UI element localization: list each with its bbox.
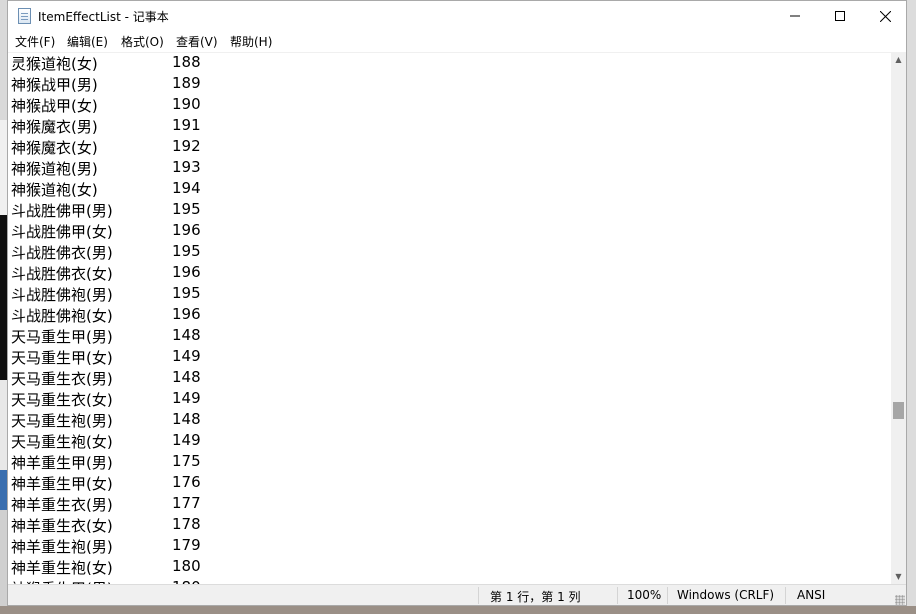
status-divider xyxy=(617,587,618,604)
status-bar: 第 1 行，第 1 列 100% Windows (CRLF) ANSI xyxy=(8,584,906,605)
menu-view[interactable]: 查看(V) xyxy=(176,33,218,50)
item-name: 斗战胜佛衣(男) xyxy=(11,244,113,262)
item-name: 斗战胜佛衣(女) xyxy=(11,265,113,283)
status-divider xyxy=(478,587,479,604)
effect-id: 195 xyxy=(172,284,201,302)
effect-id: 149 xyxy=(172,431,201,449)
item-name: 斗战胜佛袍(男) xyxy=(11,286,113,304)
effect-id: 178 xyxy=(172,515,201,533)
effect-id: 189 xyxy=(172,74,201,92)
effect-id: 148 xyxy=(172,326,201,344)
effect-id: 179 xyxy=(172,536,201,554)
effect-id: 193 xyxy=(172,158,201,176)
maximize-icon xyxy=(835,11,845,21)
item-name: 天马重生甲(女) xyxy=(11,349,113,367)
menu-edit[interactable]: 编辑(E) xyxy=(67,33,108,50)
zoom-level: 100% xyxy=(627,588,662,602)
line-ending: Windows (CRLF) xyxy=(677,588,775,602)
item-name: 天马重生袍(男) xyxy=(11,412,113,430)
effect-id: 176 xyxy=(172,473,201,491)
desktop-background-bottom xyxy=(0,606,916,614)
item-name: 神羊重生袍(女) xyxy=(11,559,113,577)
effect-id: 191 xyxy=(172,116,201,134)
effect-id: 196 xyxy=(172,305,201,323)
status-divider xyxy=(667,587,668,604)
chevron-down-icon: ▼ xyxy=(895,572,902,581)
scroll-up-button[interactable]: ▲ xyxy=(891,52,906,67)
item-name: 斗战胜佛甲(女) xyxy=(11,223,113,241)
effect-id: 194 xyxy=(172,179,201,197)
item-name: 天马重生衣(男) xyxy=(11,370,113,388)
item-name: 神羊重生袍(男) xyxy=(11,538,113,556)
effect-id: 188 xyxy=(172,53,201,71)
effect-id: 192 xyxy=(172,137,201,155)
maximize-button[interactable] xyxy=(817,1,863,31)
minimize-button[interactable] xyxy=(772,1,818,31)
scroll-down-button[interactable]: ▼ xyxy=(891,569,906,584)
effect-id: 195 xyxy=(172,242,201,260)
resize-grip[interactable] xyxy=(895,595,905,605)
desktop-background-right xyxy=(907,0,916,614)
effect-id: 190 xyxy=(172,95,201,113)
item-name: 天马重生衣(女) xyxy=(11,391,113,409)
window-title: ItemEffectList - 记事本 xyxy=(38,10,169,24)
encoding: ANSI xyxy=(797,588,826,602)
item-name: 斗战胜佛甲(男) xyxy=(11,202,113,220)
effect-id: 148 xyxy=(172,410,201,428)
minimize-icon xyxy=(790,15,800,17)
scrollbar-thumb[interactable] xyxy=(893,402,904,419)
title-bar[interactable]: ItemEffectList - 记事本 xyxy=(8,1,906,31)
item-name: 神猴道袍(男) xyxy=(11,160,98,178)
item-name: 神猴道袍(女) xyxy=(11,181,98,199)
chevron-up-icon: ▲ xyxy=(895,55,902,64)
effect-id: 196 xyxy=(172,263,201,281)
notepad-window: ItemEffectList - 记事本 文件(F) 编辑(E) 格式(O) 查… xyxy=(7,0,907,606)
item-name: 灵猴道袍(女) xyxy=(11,55,98,73)
item-name: 天马重生甲(男) xyxy=(11,328,113,346)
item-name: 斗战胜佛袍(女) xyxy=(11,307,113,325)
item-name: 神猴魔衣(女) xyxy=(11,139,98,157)
item-name: 神猴战甲(女) xyxy=(11,97,98,115)
text-editor[interactable]: 灵猴道袍(女) 188 神猴战甲(男) 189 神猴战甲(女) 190 神猴魔衣(男) 191… xyxy=(8,52,891,585)
menu-help[interactable]: 帮助(H) xyxy=(230,33,272,50)
menu-file[interactable]: 文件(F) xyxy=(15,33,55,50)
vertical-scrollbar[interactable]: ▲ ▼ xyxy=(891,52,906,584)
item-name: 神羊重生甲(男) xyxy=(11,454,113,472)
close-button[interactable] xyxy=(862,1,906,31)
effect-id: 177 xyxy=(172,494,201,512)
status-divider xyxy=(785,587,786,604)
item-name: 神猴魔衣(男) xyxy=(11,118,98,136)
close-icon xyxy=(879,10,891,22)
menu-format[interactable]: 格式(O) xyxy=(121,33,164,50)
effect-id: 148 xyxy=(172,368,201,386)
item-name: 神猴战甲(男) xyxy=(11,76,98,94)
cursor-position: 第 1 行，第 1 列 xyxy=(490,590,581,604)
effect-id: 149 xyxy=(172,389,201,407)
effect-id: 175 xyxy=(172,452,201,470)
item-name: 神羊重生甲(女) xyxy=(11,475,113,493)
effect-id: 196 xyxy=(172,221,201,239)
effect-id: 180 xyxy=(172,557,201,575)
effect-id: 149 xyxy=(172,347,201,365)
effect-id: 195 xyxy=(172,200,201,218)
menu-bar: 文件(F) 编辑(E) 格式(O) 查看(V) 帮助(H) xyxy=(8,31,906,52)
item-name: 神羊重生衣(男) xyxy=(11,496,113,514)
item-name: 天马重生袍(女) xyxy=(11,433,113,451)
notepad-icon[interactable] xyxy=(18,8,31,24)
item-name: 神羊重生衣(女) xyxy=(11,517,113,535)
